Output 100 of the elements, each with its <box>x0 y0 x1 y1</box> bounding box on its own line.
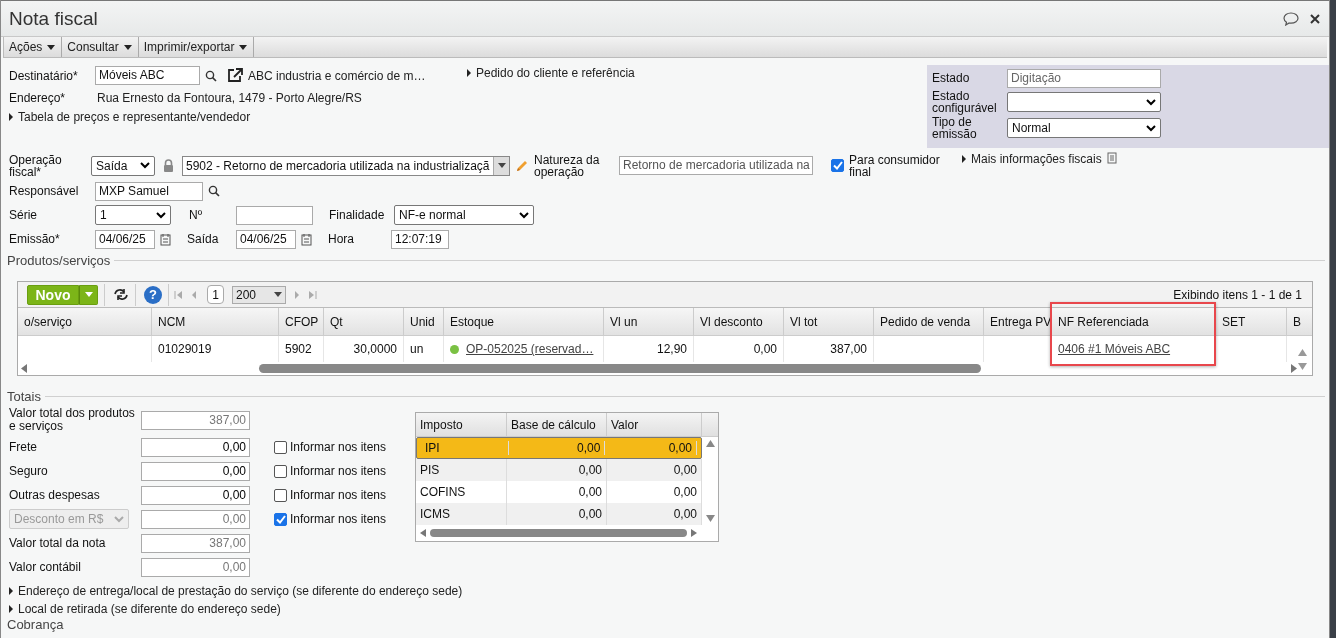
chat-icon[interactable] <box>1283 11 1299 26</box>
scroll-right-icon[interactable] <box>1290 364 1297 373</box>
column-header[interactable]: NCM <box>152 308 279 335</box>
field-label: Saída <box>187 232 220 246</box>
recipient-field[interactable]: Móveis ABC <box>95 66 200 85</box>
time-field[interactable]: 12:07:19 <box>391 229 449 249</box>
date-field[interactable]: 04/06/25 <box>95 229 155 249</box>
direction-select[interactable]: Saída <box>91 155 155 176</box>
external-link-icon[interactable] <box>227 68 243 83</box>
checkbox[interactable] <box>274 488 287 502</box>
checkbox[interactable] <box>274 440 287 454</box>
menu-button[interactable]: Consultar <box>62 37 139 57</box>
calendar-icon[interactable] <box>301 232 312 246</box>
expander-link[interactable]: Tabela de preços e representante/vendedor <box>9 109 251 124</box>
chevron-down-icon <box>1146 124 1156 132</box>
refresh-icon[interactable] <box>113 288 129 301</box>
scroll-up-icon[interactable] <box>1298 349 1307 356</box>
responsible-field[interactable]: MXP Samuel <box>95 181 203 201</box>
field-label: Estado configurável <box>932 90 998 114</box>
amount-field[interactable]: 0,00 <box>141 557 250 577</box>
dropdown-button[interactable] <box>79 284 98 305</box>
amount-field[interactable]: 0,00 <box>141 437 250 457</box>
field-label: Emissão* <box>9 232 61 246</box>
help-button[interactable]: ? <box>144 285 162 304</box>
field-label: Natureza da operação <box>534 153 601 178</box>
expander-link[interactable]: Mais informações fiscais <box>962 152 1102 166</box>
number-field[interactable] <box>236 205 313 225</box>
amount-field[interactable]: 387,00 <box>141 533 250 553</box>
nature-field[interactable]: Retorno de mercadoria utilizada na <box>619 156 813 175</box>
menu-button[interactable]: Imprimir/exportar <box>138 37 255 57</box>
chevron-down-icon <box>519 211 529 219</box>
column-header[interactable]: Unid <box>404 308 444 335</box>
column-header[interactable]: CFOP <box>279 308 324 335</box>
search-icon[interactable] <box>205 69 217 82</box>
amount-field[interactable]: 0,00 <box>141 461 250 481</box>
column-header[interactable]: Vl tot <box>784 308 874 335</box>
table-cell: 12,90 <box>656 342 687 356</box>
page-field[interactable]: 1 <box>207 285 224 304</box>
tax-row[interactable]: PIS 0,00 0,00 <box>416 459 702 481</box>
checkbox-label: Informar nos itens <box>290 488 387 502</box>
column-header[interactable]: Imposto <box>416 413 507 436</box>
scroll-right-icon[interactable] <box>691 529 697 537</box>
field-label: Estado <box>932 72 971 84</box>
checkbox[interactable] <box>831 159 844 172</box>
select-field[interactable]: Normal <box>1007 118 1161 138</box>
purpose-select[interactable]: NF-e normal <box>394 205 534 225</box>
select-field[interactable] <box>1007 92 1161 112</box>
checkbox-label: Informar nos itens <box>290 512 387 526</box>
table-link[interactable]: OP-052025 (reservad… <box>466 342 594 356</box>
chevron-down-icon <box>1146 98 1156 106</box>
menu-button[interactable]: Ações <box>4 37 63 57</box>
tax-row[interactable]: ICMS 0,00 0,00 <box>416 503 702 525</box>
scroll-down-icon[interactable] <box>705 515 715 522</box>
page-size-select[interactable]: 200 <box>232 285 286 304</box>
section-title: Produtos/serviços <box>7 252 111 268</box>
date-field[interactable]: 04/06/25 <box>236 229 296 249</box>
amount-field[interactable]: 0,00 <box>141 485 250 505</box>
section-title: Totais <box>7 388 41 404</box>
scroll-up-icon[interactable] <box>705 440 715 447</box>
search-icon[interactable] <box>208 185 220 197</box>
series-select[interactable]: 1 <box>95 205 171 225</box>
column-header[interactable]: Estoque <box>444 308 604 335</box>
scroll-down-icon[interactable] <box>1298 363 1307 370</box>
scrollbar-thumb[interactable] <box>259 364 981 373</box>
checkbox-label: Para consumidor final <box>849 153 941 178</box>
field-label: Finalidade <box>329 208 386 222</box>
scroll-left-icon[interactable] <box>420 529 426 537</box>
column-header[interactable]: NF Referenciada <box>1052 308 1216 335</box>
close-icon[interactable] <box>1309 12 1321 25</box>
column-header[interactable]: Valor <box>607 413 702 436</box>
expander-link[interactable]: Pedido do cliente e referência <box>467 66 635 80</box>
tax-row[interactable]: IPI 0,00 0,00 <box>416 437 702 459</box>
amount-field[interactable]: 387,00 <box>141 410 250 430</box>
column-header[interactable]: SET <box>1216 308 1287 335</box>
expander-link[interactable]: Local de retirada (se diferente do endereço sede) <box>9 602 1329 616</box>
checkbox[interactable] <box>274 464 287 478</box>
column-header[interactable]: Qt <box>324 308 404 335</box>
field-label: Seguro <box>9 464 49 478</box>
column-header[interactable]: o/serviço <box>18 308 152 335</box>
scroll-left-icon[interactable] <box>21 364 28 373</box>
chevron-down-icon <box>156 211 166 219</box>
column-header[interactable]: Entrega PV <box>984 308 1052 335</box>
field-label: Valor total da nota <box>9 536 107 550</box>
calendar-icon[interactable] <box>160 232 171 246</box>
column-header[interactable]: Vl desconto <box>694 308 784 335</box>
cfop-combo[interactable]: 5902 - Retorno de mercadoria utilizada na industrializaçã <box>182 155 510 176</box>
column-header[interactable]: B <box>1287 308 1312 335</box>
table-cell: un <box>410 342 424 356</box>
checkbox[interactable] <box>274 512 287 526</box>
column-header[interactable]: Base de cálculo <box>507 413 607 436</box>
column-header[interactable]: Pedido de venda <box>874 308 984 335</box>
table-link[interactable]: 0406 #1 Móveis ABC <box>1058 342 1171 356</box>
scrollbar-thumb[interactable] <box>430 529 687 537</box>
status-field: Digitação <box>1007 68 1161 88</box>
expander-link[interactable]: Endereço de entrega/local de prestação do serviço (se diferente do endereço sede) <box>9 584 1329 598</box>
document-icon[interactable] <box>1106 152 1117 164</box>
field-label: Nº <box>189 208 204 222</box>
chevron-down-icon <box>114 515 124 523</box>
column-header[interactable]: Vl un <box>604 308 694 335</box>
amount-field[interactable]: 0,00 <box>141 509 250 529</box>
